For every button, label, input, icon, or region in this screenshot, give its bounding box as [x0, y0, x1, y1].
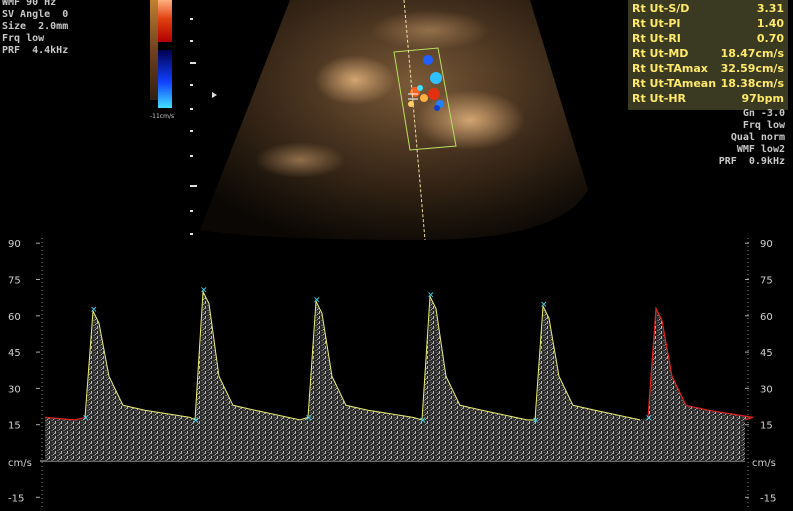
cycle-marker-x: × [200, 286, 208, 296]
measurement-label: Rt Ut-MD [632, 47, 689, 60]
cycle-marker-x: × [313, 295, 321, 305]
measurement-row: Rt Ut-MD 18.47cm/s [632, 46, 784, 61]
axis-tick-label: 90 [8, 239, 21, 250]
axis-tick-label: 15 [760, 421, 773, 432]
measurement-row: Rt Ut-HR 97bpm [632, 91, 784, 106]
axis-tick-label: 30 [760, 384, 773, 395]
measurement-label: Rt Ut-TAmean [632, 77, 717, 90]
cycle-marker-x: × [82, 413, 90, 423]
cycle-marker-x: × [645, 413, 653, 423]
measurement-row: Rt Ut-S/D 3.31 [632, 1, 784, 16]
setting-wmf: WMF low2 [736, 144, 785, 155]
depth-scale [190, 18, 197, 235]
cycle-marker-x: × [419, 416, 427, 426]
measurement-row: Rt Ut-RI 0.70 [632, 31, 784, 46]
measurement-panel: Rt Ut-S/D 3.31 Rt Ut-PI 1.40 Rt Ut-RI 0.… [628, 0, 788, 110]
axis-tick-label: 45 [760, 348, 773, 359]
measurement-row: Rt Ut-PI 1.40 [632, 16, 784, 31]
cycle-marker-x: × [532, 416, 540, 426]
axis-tick-label: 75 [760, 276, 773, 287]
setting-quality: Qual norm [730, 132, 785, 143]
axis-tick-label: 90 [760, 239, 773, 250]
axis-tick-label: 15 [8, 421, 21, 432]
measurement-value: 0.70 [756, 32, 784, 45]
unit-label-right: cm/s [752, 458, 776, 469]
measurement-row: Rt Ut-TAmean 18.38cm/s [632, 76, 784, 91]
echo-region [255, 142, 345, 178]
axis-tick-label: 45 [8, 348, 21, 359]
measurement-label: Rt Ut-RI [632, 32, 681, 45]
cycle-marker-x: × [90, 305, 98, 315]
acquisition-settings-right: Gn -3.0 Frq low Qual norm WMF low2 PRF 0… [719, 108, 785, 168]
measurement-value: 18.38cm/s [720, 77, 784, 90]
measurement-label: Rt Ut-TAmax [632, 62, 708, 75]
setting-gain: Gn -3.0 [742, 108, 785, 119]
measurement-label: Rt Ut-PI [632, 17, 681, 30]
cycle-marker-x: × [427, 290, 435, 300]
spectral-doppler-panel: 90 75 60 45 30 15 -15 90 75 60 45 30 15 -15 × × × × × × × ×… [8, 238, 776, 508]
focus-marker [212, 92, 217, 98]
measurement-value: 18.47cm/s [720, 47, 784, 60]
cycle-marker-x: × [192, 416, 200, 426]
measurement-label: Rt Ut-HR [632, 92, 686, 105]
spectrum-envelope-fill [45, 291, 753, 461]
unit-label-left: cm/s [8, 458, 32, 469]
measurement-value: 97bpm [741, 92, 784, 105]
axis-tick-label: 60 [8, 312, 21, 323]
measurement-label: Rt Ut-S/D [632, 2, 690, 15]
axis-tick-label: 60 [760, 312, 773, 323]
axis-tick-label: 30 [8, 384, 21, 395]
cycle-marker-x: × [305, 413, 313, 423]
setting-prf: PRF 0.9kHz [718, 156, 785, 167]
measurement-value: 3.31 [756, 2, 784, 15]
measurement-row: Rt Ut-TAmax 32.59cm/s [632, 61, 784, 76]
cycle-marker-x: × [540, 300, 548, 310]
measurement-value: 1.40 [756, 17, 784, 30]
axis-tick-label: 75 [8, 276, 21, 287]
axis-tick-label: -15 [760, 493, 776, 504]
echo-region [370, 10, 490, 50]
measurement-value: 32.59cm/s [720, 62, 784, 75]
axis-tick-label: -15 [8, 493, 24, 504]
echo-region [315, 55, 395, 105]
setting-frq: Frq low [742, 120, 785, 131]
